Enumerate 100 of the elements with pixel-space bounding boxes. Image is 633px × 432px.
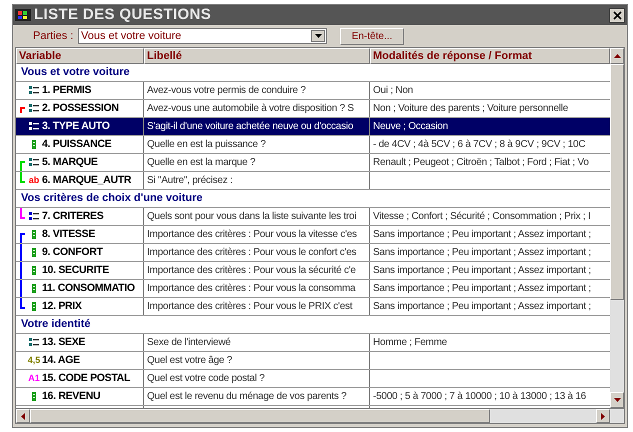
scroll-up-button[interactable] (610, 48, 624, 64)
variable-name: 6. MARQUE_AUTR (41, 172, 132, 188)
question-label: Importance des critères : Pour vous la vitesse c'es (147, 228, 357, 242)
variable-name: 8. VITESSE (41, 226, 96, 242)
parts-label: Parties : (33, 28, 74, 44)
variable-name: 4. PUISSANCE (41, 136, 112, 152)
right-arrow-icon (601, 412, 605, 420)
answer-format: Sans importance ; Peu important ; Assez important ; (373, 228, 591, 242)
answer-format: Sans importance ; Peu important ; Assez important ; (373, 282, 591, 296)
section-title: Votre identité (21, 317, 90, 332)
horizontal-scrollbar[interactable] (16, 408, 624, 423)
question-row[interactable]: 16. REVENU Quel est le revenu du ménage de vos parents ? -5000 ; 5 à 7000 ; 7 à 10000 ; 10 à 13000 ; 13 à 16 (16, 388, 610, 406)
up-arrow-icon (614, 54, 620, 58)
left-arrow-icon (21, 412, 25, 420)
question-row[interactable]: 7. CRITERES Quels sont pour vous dans la liste suivante les troi Vitesse ; Confort ; Sécurité ; Consommation ; Prix ; I (16, 208, 610, 226)
scroll-thumb[interactable] (610, 64, 624, 300)
scroll-right-button[interactable] (596, 409, 610, 423)
scroll-thumb[interactable] (30, 409, 490, 423)
close-icon (612, 10, 622, 20)
header-button[interactable]: En-tête... (340, 28, 404, 44)
variable-name: 15. CODE POSTAL (41, 370, 130, 386)
bar-icon (29, 230, 39, 239)
scroll-down-button[interactable] (610, 392, 624, 408)
list-icon (29, 104, 39, 113)
question-label: Sexe de l'interviewé (147, 336, 231, 350)
answer-format: Non ; Voiture des parents ; Voiture personnelle (373, 102, 568, 116)
answer-format: Sans importance ; Peu important ; Assez important ; (373, 264, 591, 278)
question-row[interactable]: 4. PUISSANCE Quelle en est la puissance ? - de 4CV ; 4à 5CV ; 6 à 7CV ; 8 à 9CV ; 9CV ; 10C (16, 136, 610, 154)
section-title: Vos critères de choix d'une voiture (21, 191, 203, 206)
answer-format: Homme ; Femme (373, 336, 447, 350)
question-row[interactable]: 3. TYPE AUTO S'agit-il d'une voiture achetée neuve ou d'occasio Neuve ; Occasion (16, 118, 610, 136)
question-label: Quelle en est la marque ? (147, 156, 256, 170)
scroll-left-button[interactable] (16, 409, 30, 423)
column-header[interactable]: Variable (16, 48, 144, 64)
window-title: LISTE DES QUESTIONS (34, 4, 212, 25)
variable-name: 12. PRIX (41, 298, 82, 314)
question-label: S'agit-il d'une voiture achetée neuve ou d'occasio (147, 120, 354, 134)
question-row[interactable]: 1. PERMIS Avez-vous votre permis de conduire ? Oui ; Non (16, 82, 610, 100)
question-row[interactable]: 5. MARQUE Quelle en est la marque ? Renault ; Peugeot ; Citroën ; Talbot ; Ford ; Fiat ; Vo (16, 154, 610, 172)
question-label: Quelle en est la puissance ? (147, 138, 266, 152)
bar-icon (29, 248, 39, 257)
answer-format: -5000 ; 5 à 7000 ; 7 à 10000 ; 10 à 13000 ; 13 à 16 (373, 390, 586, 404)
section-title: Vous et votre voiture (21, 65, 130, 80)
variable-name: 9. CONFORT (41, 244, 103, 260)
variable-name: 5. MARQUE (41, 154, 98, 170)
list-icon (29, 86, 39, 95)
question-row[interactable]: 11. CONSOMMATIO Importance des critères : Pour vous la consomma Sans importance ; Peu important ; Assez important ; (16, 280, 610, 298)
question-row[interactable]: ab 6. MARQUE_AUTR Si "Autre", précisez : (16, 172, 610, 190)
close-button[interactable] (609, 8, 625, 22)
vertical-scrollbar[interactable] (610, 48, 624, 408)
question-label: Quel est le revenu du ménage de vos parents ? (147, 390, 346, 404)
bar-icon (29, 140, 39, 149)
answer-format: Sans importance ; Peu important ; Assez important ; (373, 300, 591, 314)
question-label: Quels sont pour vous dans la liste suivante les troi (147, 210, 356, 224)
question-label: Importance des critères : Pour vous le confort c'es (147, 246, 356, 260)
variable-name: 14. AGE (41, 352, 80, 368)
list-icon (29, 338, 39, 347)
answer-format: Neuve ; Occasion (373, 120, 448, 134)
bar-icon (29, 392, 39, 401)
type-icon: ab (28, 176, 40, 185)
question-row[interactable]: 4,5 14. AGE Quel est votre âge ? (16, 352, 610, 370)
list-icon (29, 158, 39, 167)
variable-name: 11. CONSOMMATIO (41, 280, 135, 296)
question-row[interactable]: 9. CONFORT Importance des critères : Pour vous le confort c'es Sans importance ; Peu important ; Assez important ; (16, 244, 610, 262)
variable-name: 10. SECURITE (41, 262, 110, 278)
question-label: Quel est votre âge ? (147, 354, 232, 368)
list-icon (29, 212, 39, 221)
bar-icon (29, 266, 39, 275)
variable-name: 16. REVENU (41, 388, 100, 404)
list-icon (29, 122, 39, 131)
column-header[interactable]: Modalités de réponse / Format (370, 48, 610, 64)
question-row[interactable]: 13. SEXE Sexe de l'interviewé Homme ; Femme (16, 334, 610, 352)
question-label: Si "Autre", précisez : (147, 174, 233, 188)
dropdown-arrow-button[interactable] (311, 30, 325, 42)
parts-dropdown[interactable]: Vous et votre voiture (78, 28, 327, 44)
down-arrow-icon (614, 398, 620, 402)
answer-format: Renault ; Peugeot ; Citroën ; Talbot ; Ford ; Fiat ; Vo (373, 156, 589, 170)
question-row[interactable]: A1 15. CODE POSTAL Quel est votre code postal ? (16, 370, 610, 388)
bar-icon (29, 302, 39, 311)
question-label: Importance des critères : Pour vous la consomma (147, 282, 356, 296)
app-icon (15, 8, 31, 22)
answer-format: Sans importance ; Peu important ; Assez important ; (373, 246, 591, 260)
question-row[interactable]: 10. SECURITE Importance des critères : Pour vous la sécurité c'e Sans importance ; Peu important ; Assez important ; (16, 262, 610, 280)
answer-format: Vitesse ; Confort ; Sécurité ; Consommation ; Prix ; I (373, 210, 591, 224)
caret-icon (314, 34, 322, 38)
question-row[interactable]: 8. VITESSE Importance des critères : Pour vous la vitesse c'es Sans importance ; Peu important ; Assez important ; (16, 226, 610, 244)
variable-name: 7. CRITERES (41, 208, 104, 224)
variable-name: 13. SEXE (41, 334, 86, 350)
question-row[interactable]: 12. PRIX Importance des critères : Pour vous le PRIX c'est Sans importance ; Peu important ; Assez important ; (16, 298, 610, 316)
answer-format: - de 4CV ; 4à 5CV ; 6 à 7CV ; 8 à 9CV ; 9CV ; 10C (373, 138, 586, 152)
column-header[interactable]: Libellé (144, 48, 370, 64)
question-label: Quel est votre code postal ? (147, 372, 265, 386)
question-label: Importance des critères : Pour vous la sécurité c'e (147, 264, 356, 278)
question-label: Importance des critères : Pour vous le PRIX c'est (147, 300, 352, 314)
variable-name: 3. TYPE AUTO (41, 118, 110, 134)
bar-icon (29, 284, 39, 293)
type-icon: A1 (28, 374, 40, 383)
question-label: Avez-vous votre permis de conduire ? (147, 84, 306, 98)
question-label: Avez-vous une automobile à votre disposition ? S (147, 102, 354, 116)
variable-name: 2. POSSESSION (41, 100, 119, 116)
